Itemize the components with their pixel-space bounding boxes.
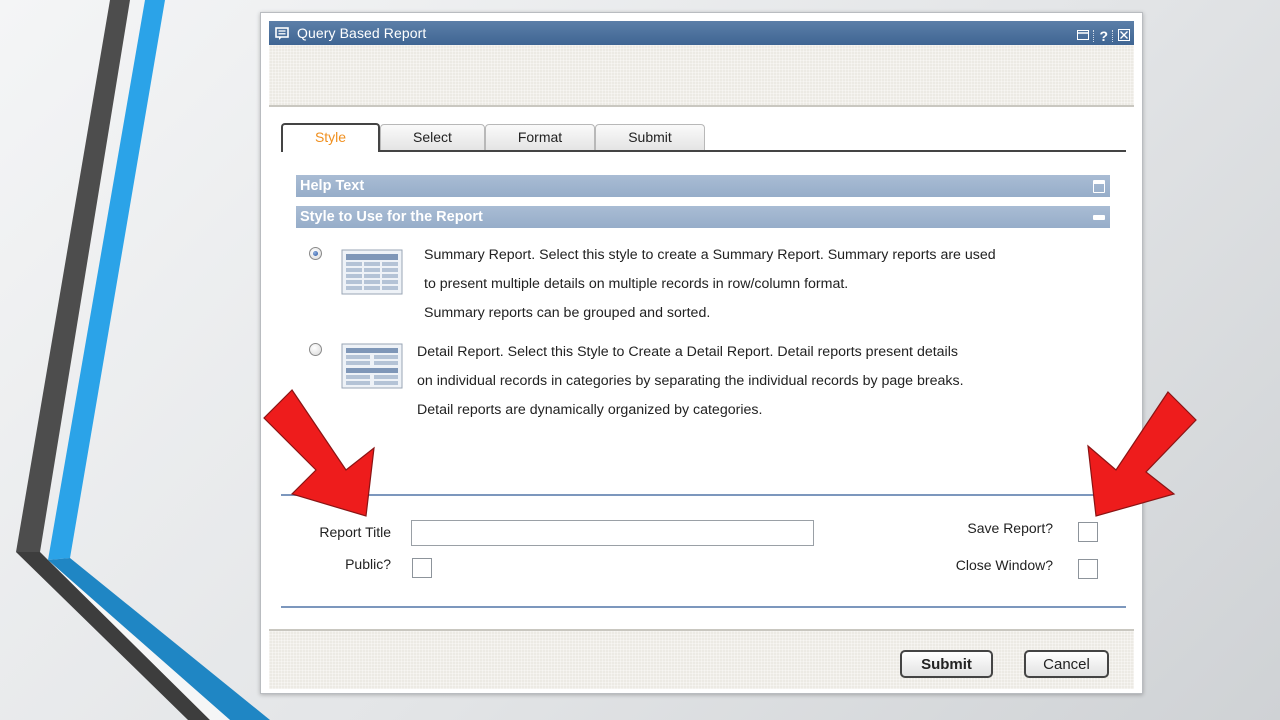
tab-select[interactable]: Select [380,124,485,150]
tab-style[interactable]: Style [281,123,380,152]
form-divider [281,494,1126,496]
tab-baseline [281,150,1126,152]
tab-format[interactable]: Format [485,124,595,150]
red-arrow-left [263,389,375,517]
window-title: Query Based Report [297,25,427,41]
style-section-heading: Style to Use for the Report [300,209,483,225]
close-window-checkbox[interactable] [1078,559,1098,579]
report-title-input[interactable] [411,520,814,546]
report-window-icon [275,25,289,47]
query-report-dialog: Query Based Report ? Style Select Format… [260,12,1143,694]
tab-strip: Style Select Format Submit [281,123,1126,152]
tab-submit[interactable]: Submit [595,124,705,150]
public-label: Public? [345,556,391,572]
submit-button[interactable]: Submit [900,650,993,678]
detail-report-radio[interactable] [309,343,322,356]
help-icon[interactable]: ? [1099,29,1108,43]
summary-report-radio[interactable] [309,247,322,260]
report-title-label: Report Title [319,524,391,540]
toolbar-area [269,45,1134,107]
title-bar[interactable]: Query Based Report ? [269,21,1134,45]
public-checkbox[interactable] [412,558,432,578]
footer-divider [281,606,1126,608]
save-report-checkbox[interactable] [1078,522,1098,542]
help-text-heading: Help Text [300,178,365,194]
red-arrow-right [1087,391,1197,517]
maximize-icon[interactable] [1077,25,1090,47]
detail-report-icon [341,343,403,389]
summary-report-icon [341,249,403,295]
close-icon[interactable] [1118,25,1130,47]
save-report-label: Save Report? [967,520,1053,536]
separator [1112,30,1114,42]
collapse-icon[interactable] [1093,215,1105,220]
cancel-button[interactable]: Cancel [1024,650,1109,678]
dialog-footer: Submit Cancel [269,629,1134,689]
close-window-label: Close Window? [955,557,1053,573]
slide-decoration [16,0,270,720]
summary-report-description: Summary Report. Select this style to cre… [424,247,996,321]
expand-icon[interactable] [1093,180,1105,193]
style-section[interactable]: Style to Use for the Report [296,206,1110,228]
help-text-section[interactable]: Help Text [296,175,1110,197]
separator [1093,30,1095,42]
detail-report-description: Detail Report. Select this Style to Crea… [417,344,964,418]
